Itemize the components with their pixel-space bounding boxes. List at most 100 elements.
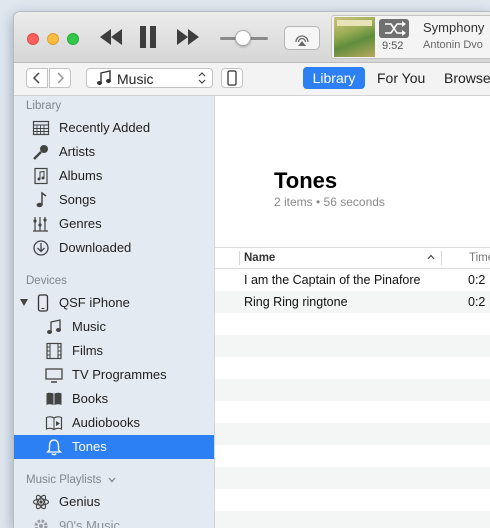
device-button[interactable] <box>221 68 243 88</box>
media-kind-select[interactable]: Music <box>86 68 213 88</box>
updown-chevron-icon <box>198 72 206 84</box>
music-note-icon <box>36 191 47 208</box>
sidebar-item-label: Artists <box>59 144 96 159</box>
tone-name: Ring Ring ringtone <box>244 295 348 309</box>
sidebar-item-tv-programmes[interactable]: TV Programmes <box>14 363 214 387</box>
sidebar-item-label: Films <box>72 343 104 358</box>
sidebar-item-label: Audiobooks <box>72 415 140 430</box>
microphone-icon <box>33 145 48 160</box>
main-content: Tones 2 items • 56 seconds Name Time I a… <box>215 96 490 528</box>
empty-row <box>215 313 490 335</box>
empty-row <box>215 357 490 379</box>
table-row[interactable]: Ring Ring ringtone 0:2 <box>215 291 490 313</box>
empty-row <box>215 445 490 467</box>
sidebar-item-films[interactable]: Films <box>14 339 214 363</box>
tone-time: 0:2 <box>468 273 486 287</box>
previous-track-icon[interactable] <box>99 28 123 46</box>
sidebar-section-playlists[interactable]: Music Playlists <box>26 474 116 486</box>
sidebar-item-albums[interactable]: Albums <box>14 164 214 188</box>
chevron-left-icon <box>32 72 40 84</box>
close-window-button[interactable] <box>27 33 39 45</box>
sidebar-item-90s-music[interactable]: 90's Music <box>14 514 214 528</box>
sidebar-item-label: Songs <box>59 192 96 207</box>
table-row[interactable]: I am the Captain of the Pinafore 0:2 <box>215 269 490 291</box>
sidebar: Library Recently Added Artists Albums So… <box>14 96 215 528</box>
tv-icon <box>45 368 63 383</box>
sidebar-item-artists[interactable]: Artists <box>14 140 214 164</box>
elapsed-time: 9:52 <box>382 40 404 52</box>
sidebar-item-label: Genius <box>59 494 101 509</box>
next-track-icon[interactable] <box>176 28 200 46</box>
sort-ascending-icon[interactable] <box>426 251 436 263</box>
zoom-window-button[interactable] <box>67 33 79 45</box>
empty-row <box>215 401 490 423</box>
empty-row <box>215 379 490 401</box>
empty-row <box>215 423 490 445</box>
sidebar-item-label: Tones <box>72 439 107 454</box>
tone-time: 0:2 <box>468 295 486 309</box>
sidebar-item-audiobooks[interactable]: Audiobooks <box>14 411 214 435</box>
sidebar-item-tones[interactable]: Tones <box>14 435 214 459</box>
album-artwork[interactable] <box>334 17 375 57</box>
media-kind-label: Music <box>117 71 154 87</box>
sidebar-item-label: Albums <box>59 168 103 183</box>
disclosure-triangle-icon[interactable] <box>20 298 28 308</box>
shuffle-button[interactable] <box>379 19 409 38</box>
airplay-button[interactable] <box>284 26 320 50</box>
tab-for-you[interactable]: For You <box>377 67 425 89</box>
phone-icon <box>37 294 49 312</box>
download-icon <box>33 240 49 256</box>
forward-button[interactable] <box>49 68 71 88</box>
album-icon <box>34 167 48 185</box>
page-title: Tones <box>274 168 338 193</box>
sidebar-item-books[interactable]: Books <box>14 387 214 411</box>
now-playing-display[interactable]: 9:52 Symphony Antonin Dvo <box>331 15 490 59</box>
sidebar-item-downloaded[interactable]: Downloaded <box>14 236 214 260</box>
navigation-bar: Music Library For You Browse <box>14 63 490 96</box>
playlists-header-label: Music Playlists <box>26 474 102 486</box>
column-header-time[interactable]: Time <box>469 252 490 264</box>
device-name: QSF iPhone <box>59 295 130 310</box>
tone-name: I am the Captain of the Pinafore <box>244 273 421 287</box>
itunes-window: 9:52 Symphony Antonin Dvo Music Library … <box>14 12 490 528</box>
table-header: Name Time <box>215 247 490 269</box>
empty-row <box>215 511 490 528</box>
tab-browse[interactable]: Browse <box>444 67 490 89</box>
now-playing-artist: Antonin Dvo <box>423 39 483 51</box>
volume-slider-knob[interactable] <box>235 30 251 46</box>
sidebar-item-genres[interactable]: Genres <box>14 212 214 236</box>
column-divider[interactable] <box>441 251 442 265</box>
sidebar-item-label: 90's Music <box>59 518 121 528</box>
empty-row <box>215 335 490 357</box>
music-note-icon <box>97 70 111 85</box>
empty-row <box>215 467 490 489</box>
minimize-window-button[interactable] <box>47 33 59 45</box>
page-subtitle: 2 items • 56 seconds <box>274 195 385 209</box>
sidebar-item-recently-added[interactable]: Recently Added <box>14 116 214 140</box>
film-icon <box>46 342 62 360</box>
phone-icon <box>227 70 237 86</box>
recently-added-icon <box>32 120 50 136</box>
sidebar-item-label: Music <box>72 319 106 334</box>
sidebar-item-label: Genres <box>59 216 102 231</box>
tab-library[interactable]: Library <box>303 67 365 89</box>
sidebar-item-label: Downloaded <box>59 240 132 255</box>
pause-icon[interactable] <box>139 25 157 49</box>
column-header-name[interactable]: Name <box>244 252 275 264</box>
book-icon <box>46 392 62 406</box>
now-playing-title: Symphony <box>423 20 485 35</box>
sidebar-section-library: Library <box>26 100 62 112</box>
back-button[interactable] <box>26 68 48 88</box>
sidebar-item-device[interactable]: QSF iPhone <box>14 291 214 315</box>
sidebar-item-label: Recently Added <box>59 120 151 135</box>
column-divider[interactable] <box>239 251 240 265</box>
music-note-icon <box>47 319 61 334</box>
sidebar-item-device-music[interactable]: Music <box>14 315 214 339</box>
chevron-down-icon <box>108 477 116 483</box>
chevron-right-icon <box>57 72 65 84</box>
sidebar-item-songs[interactable]: Songs <box>14 188 214 212</box>
bell-icon <box>45 439 63 456</box>
sidebar-item-genius[interactable]: Genius <box>14 490 214 514</box>
shuffle-icon <box>385 21 406 36</box>
gear-icon <box>34 519 48 528</box>
